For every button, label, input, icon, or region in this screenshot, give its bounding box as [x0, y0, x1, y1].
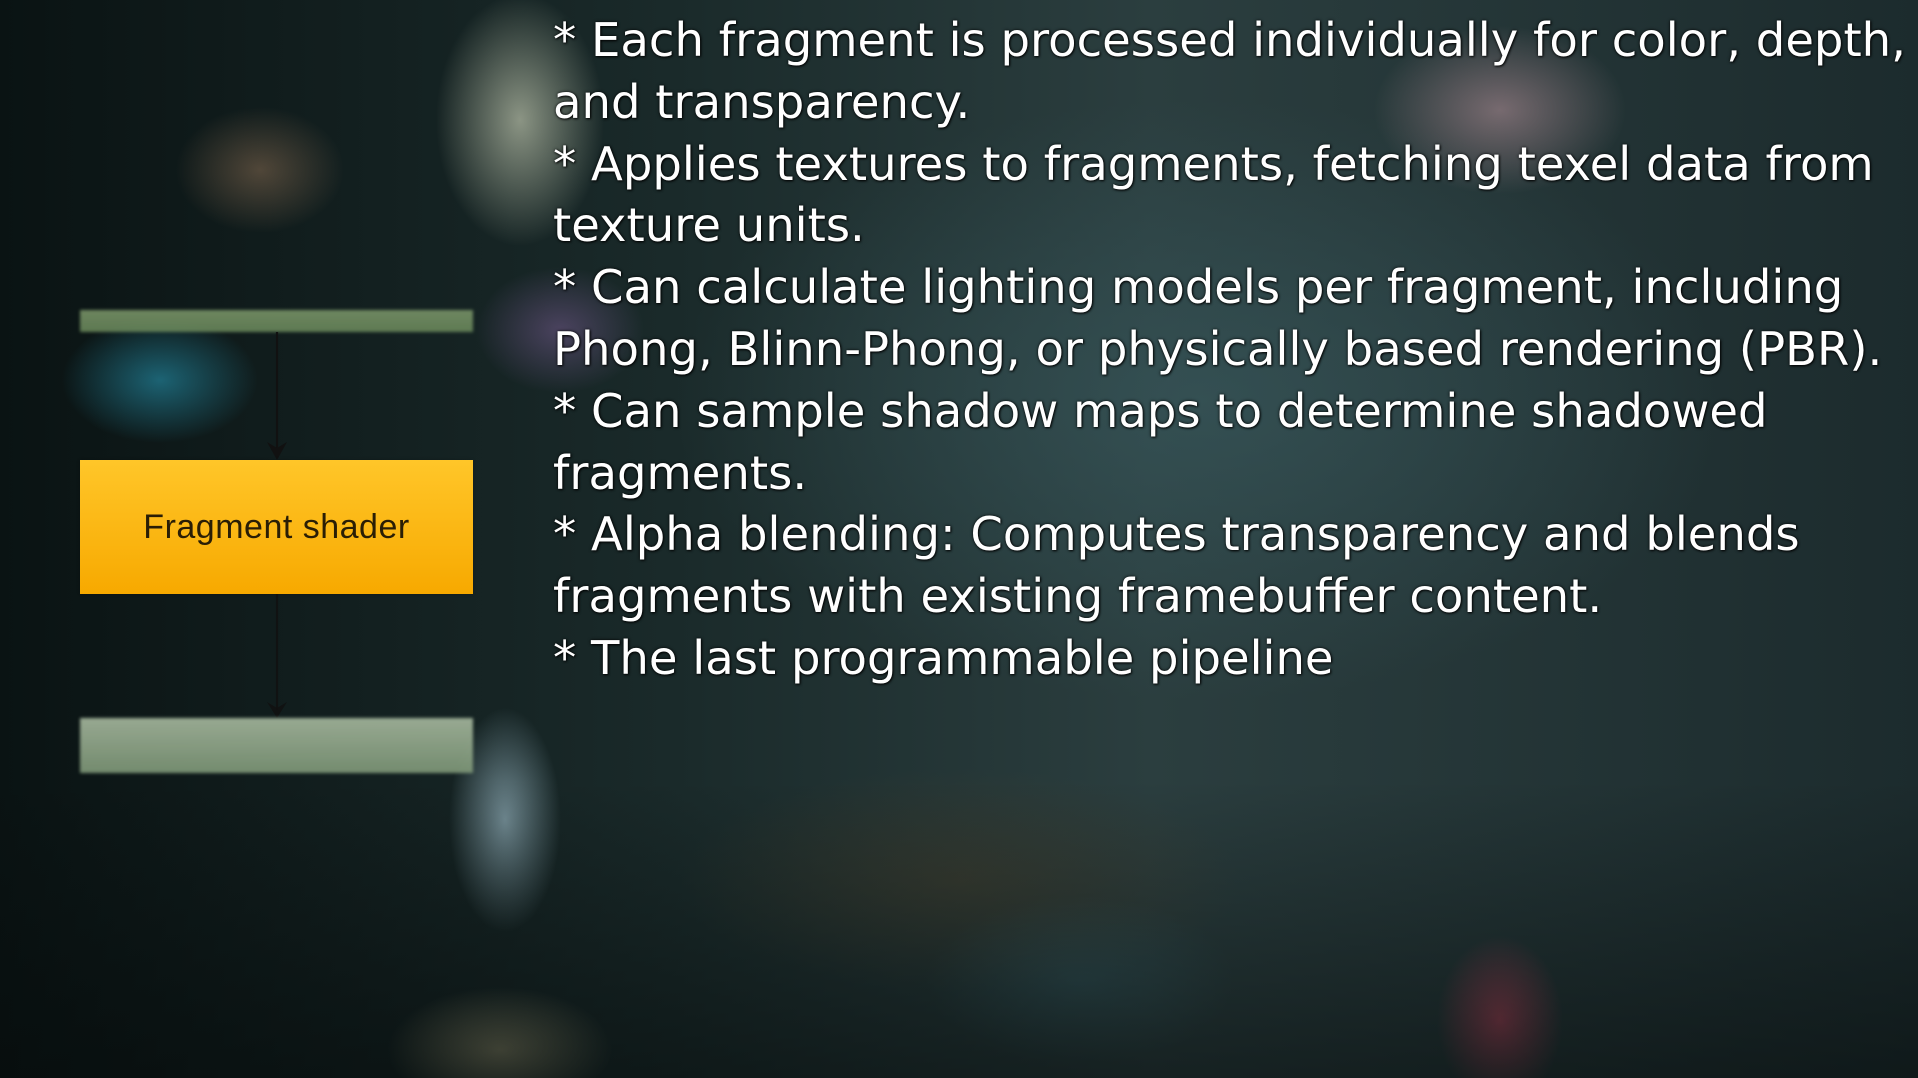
note-item: * Alpha blending: Computes transparency …	[553, 507, 1800, 624]
note-item: * Each fragment is processed individuall…	[553, 13, 1906, 129]
next-stage-bar	[80, 718, 473, 773]
note-item: * Can calculate lighting models per frag…	[553, 260, 1883, 376]
bullet-notes: * Each fragment is processed individuall…	[553, 10, 1913, 690]
fragment-shader-label: Fragment shader	[143, 507, 410, 546]
note-item: * The last programmable pipeline	[553, 630, 1334, 685]
note-item: * Can sample shadow maps to determine sh…	[553, 383, 1768, 500]
note-item: * Applies textures to fragments, fetchin…	[553, 136, 1874, 253]
slide-background: Fragment shader * Each fragment is proce…	[0, 0, 1918, 1078]
fragment-shader-box: Fragment shader	[80, 460, 473, 594]
pipeline-diagram: Fragment shader	[0, 0, 500, 1078]
